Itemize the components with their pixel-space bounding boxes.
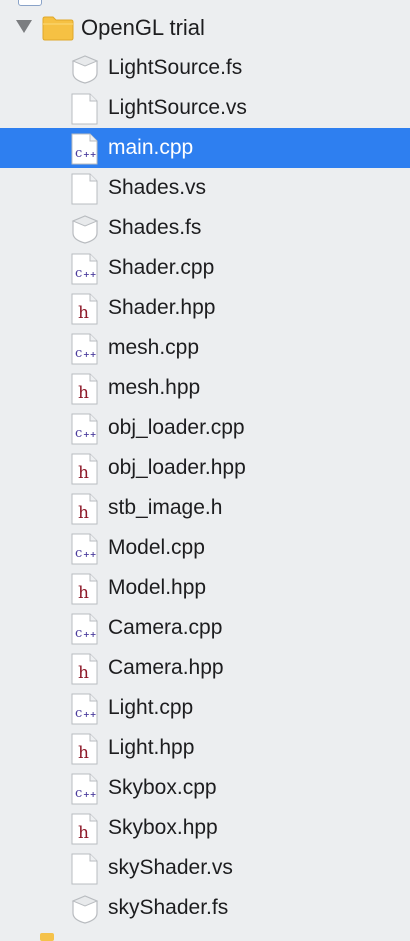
svg-text:c: c — [75, 426, 82, 441]
svg-text:h: h — [78, 383, 89, 403]
file-label: Skybox.hpp — [108, 816, 218, 839]
file-row[interactable]: h Model.hpp — [0, 568, 410, 608]
previous-item-stub[interactable] — [18, 0, 42, 6]
file-label: Shades.fs — [108, 216, 202, 239]
svg-text:++: ++ — [83, 790, 96, 799]
header-file-icon: h — [70, 453, 100, 485]
file-row[interactable]: c ++ Shader.cpp — [0, 248, 410, 288]
svg-text:++: ++ — [83, 430, 96, 439]
svg-text:c: c — [75, 346, 82, 361]
svg-text:h: h — [78, 743, 89, 763]
header-file-icon: h — [70, 493, 100, 525]
file-row[interactable]: h Skybox.hpp — [0, 808, 410, 848]
file-row[interactable]: c ++ main.cpp — [0, 128, 410, 168]
shader-fs-icon — [70, 213, 100, 245]
cpp-file-icon: c ++ — [70, 333, 100, 365]
file-row[interactable]: h Light.hpp — [0, 728, 410, 768]
cpp-file-icon: c ++ — [70, 413, 100, 445]
svg-text:h: h — [78, 823, 89, 843]
cpp-file-icon: c ++ — [70, 533, 100, 565]
cpp-file-icon: c ++ — [70, 253, 100, 285]
svg-text:++: ++ — [83, 150, 96, 159]
file-label: Shader.cpp — [108, 256, 215, 279]
file-label: skyShader.vs — [108, 856, 233, 879]
file-label: Skybox.cpp — [108, 776, 217, 799]
file-row[interactable]: LightSource.vs — [0, 88, 410, 128]
plain-file-icon — [70, 173, 100, 205]
file-label: obj_loader.hpp — [108, 456, 246, 479]
file-row[interactable]: c ++ obj_loader.cpp — [0, 408, 410, 448]
svg-text:h: h — [78, 303, 89, 323]
svg-text:++: ++ — [83, 630, 96, 639]
file-label: LightSource.vs — [108, 96, 247, 119]
file-row[interactable]: Shades.vs — [0, 168, 410, 208]
file-row[interactable]: LightSource.fs — [0, 48, 410, 88]
file-row[interactable]: skyShader.fs — [0, 888, 410, 928]
shader-fs-icon — [70, 893, 100, 925]
file-row[interactable]: h stb_image.h — [0, 488, 410, 528]
header-file-icon: h — [70, 653, 100, 685]
file-row[interactable]: c ++ Light.cpp — [0, 688, 410, 728]
header-file-icon: h — [70, 293, 100, 325]
svg-text:c: c — [75, 146, 82, 161]
file-row[interactable]: h Camera.hpp — [0, 648, 410, 688]
header-file-icon: h — [70, 573, 100, 605]
file-label: Shader.hpp — [108, 296, 216, 319]
svg-text:++: ++ — [83, 710, 96, 719]
file-label: skyShader.fs — [108, 896, 229, 919]
folder-icon — [42, 15, 74, 41]
shader-fs-icon — [70, 53, 100, 85]
file-row[interactable]: h Shader.hpp — [0, 288, 410, 328]
svg-text:c: c — [75, 266, 82, 281]
svg-text:c: c — [75, 786, 82, 801]
svg-text:c: c — [75, 546, 82, 561]
file-label: Camera.hpp — [108, 656, 224, 679]
cpp-file-icon: c ++ — [70, 693, 100, 725]
cpp-file-icon: c ++ — [70, 133, 100, 165]
file-row[interactable]: h obj_loader.hpp — [0, 448, 410, 488]
file-label: Camera.cpp — [108, 616, 223, 639]
plain-file-icon — [70, 93, 100, 125]
file-label: Shades.vs — [108, 176, 207, 199]
file-row[interactable]: c ++ Camera.cpp — [0, 608, 410, 648]
svg-text:++: ++ — [83, 550, 96, 559]
file-label: mesh.cpp — [108, 336, 200, 359]
file-row[interactable]: c ++ mesh.cpp — [0, 328, 410, 368]
file-label: LightSource.fs — [108, 56, 243, 79]
svg-text:c: c — [75, 626, 82, 641]
cpp-file-icon: c ++ — [70, 613, 100, 645]
svg-text:h: h — [78, 663, 89, 683]
file-row[interactable]: c ++ Model.cpp — [0, 528, 410, 568]
svg-text:c: c — [75, 706, 82, 721]
group-row-opengl-trial[interactable]: OpenGL trial — [0, 8, 410, 48]
file-label: obj_loader.cpp — [108, 416, 245, 439]
file-label: mesh.hpp — [108, 376, 201, 399]
next-group-stub[interactable] — [40, 933, 54, 941]
file-label: Model.hpp — [108, 576, 207, 599]
group-label: OpenGL trial — [81, 15, 205, 40]
file-label: Light.hpp — [108, 736, 195, 759]
file-row[interactable]: h mesh.hpp — [0, 368, 410, 408]
svg-text:++: ++ — [83, 350, 96, 359]
project-navigator: OpenGL trial LightSource.fs LightSource.v… — [0, 0, 410, 941]
cpp-file-icon: c ++ — [70, 773, 100, 805]
file-label: stb_image.h — [108, 496, 223, 519]
disclosure-triangle-icon[interactable] — [16, 20, 32, 33]
file-label: Light.cpp — [108, 696, 194, 719]
file-label: Model.cpp — [108, 536, 205, 559]
header-file-icon: h — [70, 733, 100, 765]
svg-text:h: h — [78, 463, 89, 483]
svg-text:++: ++ — [83, 270, 96, 279]
svg-text:h: h — [78, 503, 89, 523]
header-file-icon: h — [70, 373, 100, 405]
svg-text:h: h — [78, 583, 89, 603]
file-list: LightSource.fs LightSource.vs c ++ main.cpp S… — [0, 48, 410, 928]
file-row[interactable]: Shades.fs — [0, 208, 410, 248]
file-row[interactable]: skyShader.vs — [0, 848, 410, 888]
header-file-icon: h — [70, 813, 100, 845]
plain-file-icon — [70, 853, 100, 885]
file-label: main.cpp — [108, 136, 194, 159]
file-row[interactable]: c ++ Skybox.cpp — [0, 768, 410, 808]
